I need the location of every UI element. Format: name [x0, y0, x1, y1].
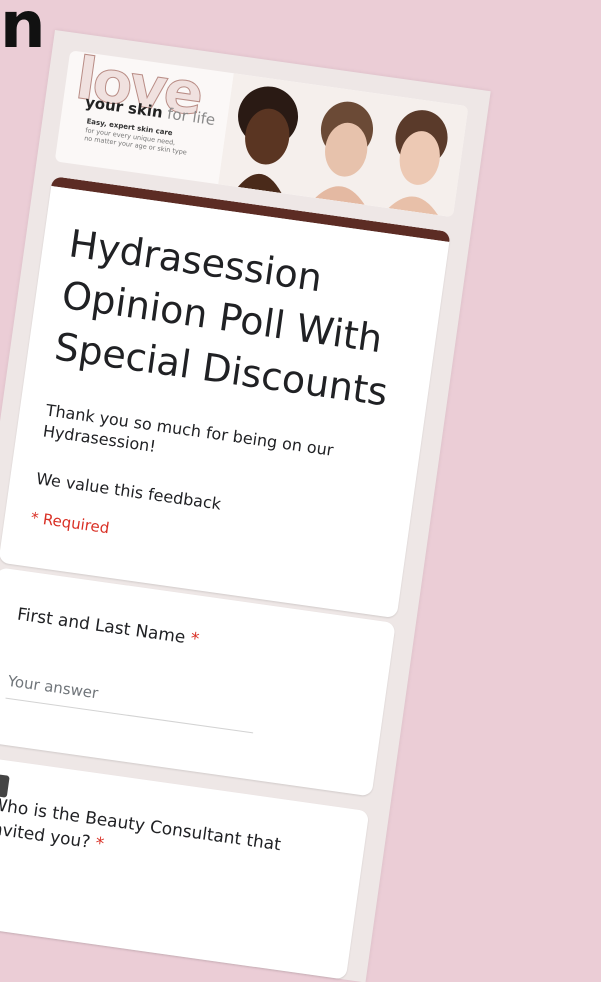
- form-feedback-note: We value this feedback: [35, 468, 223, 514]
- corner-text-fragment: n: [0, 0, 46, 63]
- question-label: Who is the Beauty Consultant that invite…: [0, 793, 319, 886]
- form-description: Thank you so much for being on our Hydra…: [41, 400, 335, 460]
- form-title: Hydrasession Opinion Poll With Special D…: [51, 221, 391, 415]
- required-asterisk: *: [94, 833, 106, 855]
- form-header-card: Hydrasession Opinion Poll With Special D…: [0, 176, 451, 619]
- name-answer-input[interactable]: [5, 667, 258, 734]
- question-card-consultant: Who is the Beauty Consultant that invite…: [0, 755, 370, 980]
- required-note: * Required: [29, 508, 111, 538]
- banner-model-photo: [218, 73, 469, 218]
- required-asterisk: *: [189, 628, 201, 650]
- phone-screen: love your skin for life Easy, expert ski…: [0, 30, 491, 982]
- question-text: Who is the Beauty Consultant that invite…: [0, 794, 283, 856]
- question-label: First and Last Name *: [16, 605, 200, 650]
- question-text: First and Last Name: [15, 604, 187, 648]
- models-illustration: [218, 73, 469, 218]
